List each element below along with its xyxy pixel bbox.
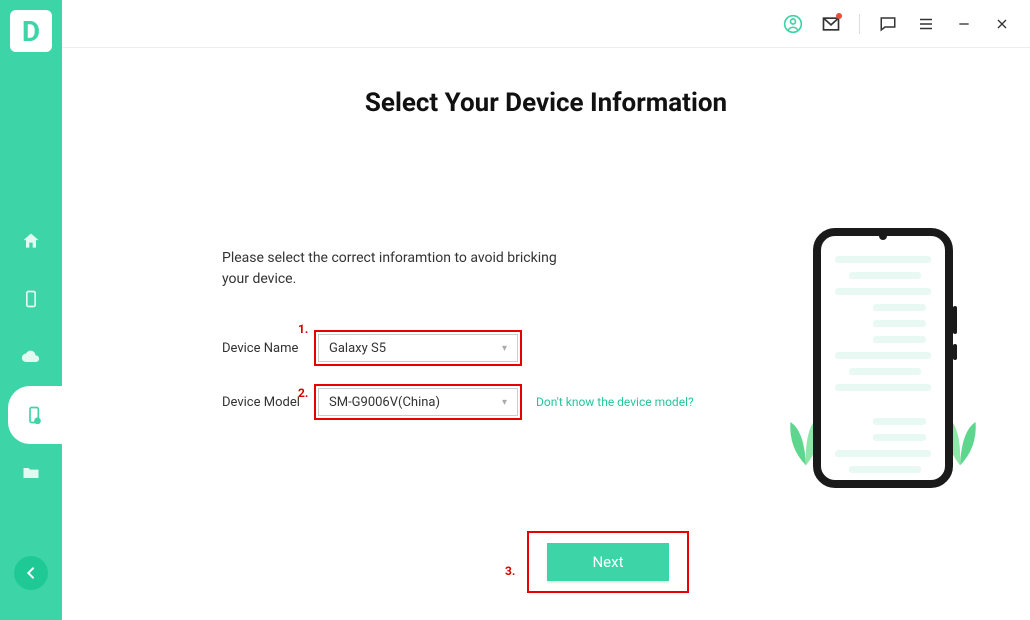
annotation-2: 2. — [298, 386, 308, 400]
next-highlight: Next — [527, 531, 689, 593]
sidebar: D ! — [0, 0, 62, 620]
phone-notch — [879, 232, 887, 240]
feedback-icon[interactable] — [878, 14, 898, 34]
menu-icon[interactable] — [916, 14, 936, 34]
mail-icon[interactable] — [821, 14, 841, 34]
phone-illustration — [798, 228, 968, 488]
device-name-highlight: Galaxy S5 ▾ — [314, 330, 522, 366]
main-content: Select Your Device Information Please se… — [62, 0, 1030, 620]
titlebar — [62, 0, 1030, 48]
page-title: Select Your Device Information — [122, 88, 970, 118]
next-button[interactable]: Next — [547, 543, 669, 581]
sidebar-item-cloud[interactable] — [0, 328, 62, 386]
chevron-down-icon: ▾ — [502, 397, 507, 408]
sidebar-item-folder[interactable] — [0, 444, 62, 502]
device-model-select[interactable]: SM-G9006V(China) ▾ — [318, 388, 518, 416]
device-model-value: SM-G9006V(China) — [329, 395, 440, 410]
annotation-1: 1. — [298, 322, 308, 336]
app-logo: D — [10, 10, 52, 52]
notification-dot — [836, 13, 842, 19]
sidebar-item-repair[interactable]: ! — [8, 386, 62, 444]
device-name-select[interactable]: Galaxy S5 ▾ — [318, 334, 518, 362]
chevron-down-icon: ▾ — [502, 343, 507, 354]
instruction-text: Please select the correct inforamtion to… — [222, 248, 582, 290]
device-model-highlight: SM-G9006V(China) ▾ — [314, 384, 522, 420]
sidebar-item-home[interactable] — [0, 212, 62, 270]
account-icon[interactable] — [783, 14, 803, 34]
back-button[interactable] — [14, 556, 48, 590]
phone-frame — [813, 228, 953, 488]
device-name-value: Galaxy S5 — [329, 341, 386, 356]
sidebar-item-device[interactable] — [0, 270, 62, 328]
annotation-3: 3. — [505, 564, 515, 578]
svg-text:!: ! — [37, 419, 38, 425]
device-name-label: Device Name — [222, 341, 314, 356]
minimize-icon[interactable] — [954, 14, 974, 34]
device-model-help-link[interactable]: Don't know the device model? — [536, 395, 694, 409]
close-icon[interactable] — [992, 14, 1012, 34]
